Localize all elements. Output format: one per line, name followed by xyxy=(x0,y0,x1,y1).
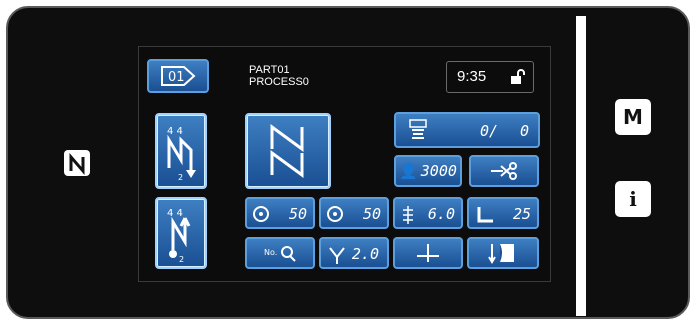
pattern-zigzag-icon xyxy=(270,124,304,178)
info-button-label: i xyxy=(629,187,637,211)
needle-position-button[interactable] xyxy=(393,237,463,269)
speed-button[interactable]: 👤 3000 xyxy=(394,155,462,187)
tension-left-button[interactable]: 50 xyxy=(245,197,315,229)
thread-guide-icon xyxy=(488,244,514,264)
presser-height-value: 25 xyxy=(512,205,531,223)
process-name: PROCESS0 xyxy=(249,76,309,88)
stitch-length-icon xyxy=(403,206,413,224)
part-process-label: PART01 PROCESS0 xyxy=(249,64,309,88)
svg-text:No.: No. xyxy=(264,248,277,257)
counter-total: 0 xyxy=(520,122,530,140)
pattern-zigzag-button[interactable] xyxy=(245,113,331,189)
backtack-start-icon: 4 4 2 xyxy=(167,126,196,182)
tension-right-button[interactable]: 50 xyxy=(319,197,389,229)
needle-position-icon xyxy=(417,244,439,262)
presser-foot-icon xyxy=(477,207,493,223)
thread-trimmer-icon xyxy=(491,162,517,180)
pattern-search-icon: No. xyxy=(264,246,296,262)
backtack-end-button[interactable]: 4 4 2 xyxy=(155,197,207,269)
speed-value: 3000 xyxy=(420,162,457,180)
bobbin-counter-button[interactable]: 0/ 0 xyxy=(394,112,540,148)
svg-text:2: 2 xyxy=(178,173,183,182)
dual-stitch-icon xyxy=(329,247,345,264)
tension-left-icon xyxy=(253,206,269,222)
operation-panel: M i 01 PART01 PROCESS0 9:35 4 4 2 4 4 2 … xyxy=(6,6,690,319)
part-name: PART01 xyxy=(249,64,290,76)
panel-divider xyxy=(576,16,586,316)
tension-right-icon xyxy=(327,206,343,222)
backtack-end-icon: 4 4 2 xyxy=(167,208,191,264)
dual-stitch-value: 2.0 xyxy=(351,245,379,263)
thread-guide-button[interactable] xyxy=(467,237,539,269)
clock-time: 9:35 xyxy=(457,68,487,85)
stitch-length-value: 6.0 xyxy=(427,205,455,223)
thread-trimmer-button[interactable] xyxy=(469,155,539,187)
operator-icon: 👤 xyxy=(399,162,418,180)
dual-stitch-button[interactable]: 2.0 xyxy=(319,237,389,269)
backtack-start-button[interactable]: 4 4 2 xyxy=(155,113,207,189)
nfc-icon xyxy=(64,150,90,176)
touch-screen: 01 PART01 PROCESS0 9:35 4 4 2 4 4 2 0/ 0… xyxy=(138,46,551,282)
pattern-search-button[interactable]: No. xyxy=(245,237,315,269)
program-number: 01 xyxy=(168,70,185,85)
tension-right-value: 50 xyxy=(362,205,381,223)
program-number-button[interactable]: 01 xyxy=(147,59,209,93)
counter-value: 0/ xyxy=(480,122,499,140)
svg-text:4 4: 4 4 xyxy=(167,208,183,219)
svg-text:2: 2 xyxy=(179,255,184,264)
stitch-length-button[interactable]: 6.0 xyxy=(393,197,463,229)
lock-open-icon[interactable] xyxy=(509,69,525,85)
svg-text:4 4: 4 4 xyxy=(167,126,183,137)
menu-button[interactable]: M xyxy=(615,99,651,135)
bobbin-counter-icon xyxy=(409,119,427,139)
tension-left-value: 50 xyxy=(288,205,307,223)
info-button[interactable]: i xyxy=(615,181,651,217)
presser-foot-button[interactable]: 25 xyxy=(467,197,539,229)
menu-button-label: M xyxy=(623,105,643,129)
